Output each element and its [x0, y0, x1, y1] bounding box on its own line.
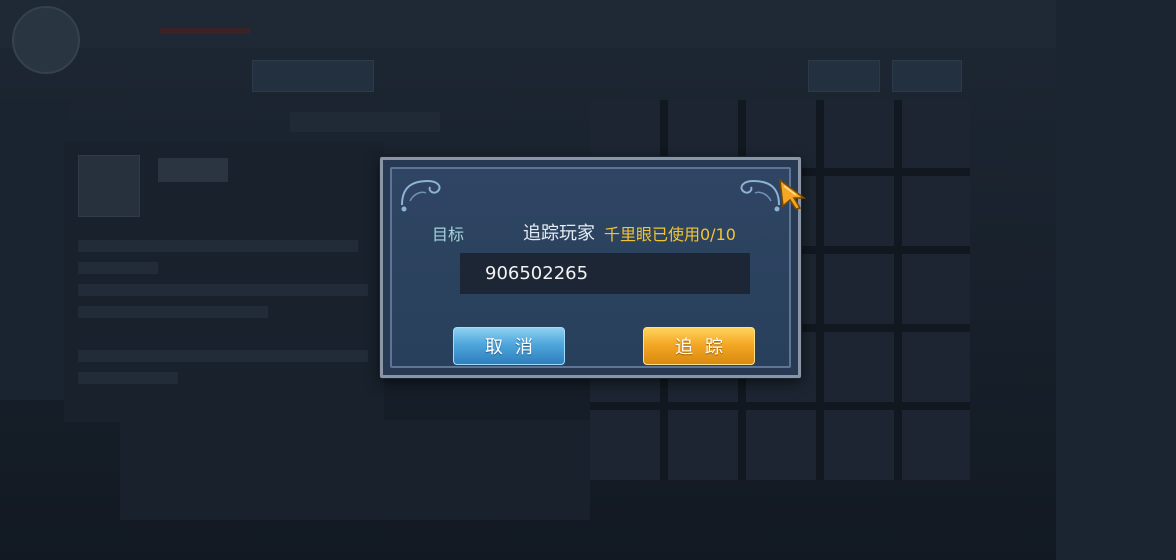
- background-score: [290, 112, 440, 132]
- track-button[interactable]: 追踪: [643, 327, 755, 365]
- background-text-line: [78, 284, 368, 296]
- background-button: [892, 60, 962, 92]
- cancel-button[interactable]: 取消: [453, 327, 565, 365]
- background-text-line: [78, 240, 358, 252]
- background-text-line: [78, 306, 268, 318]
- background-item-icon: [78, 155, 140, 217]
- dialog-title: 追踪玩家: [523, 223, 595, 244]
- background-text-line: [78, 350, 368, 362]
- track-player-dialog: 目标 追踪玩家 千里眼已使用0/10 取消 追踪: [380, 157, 801, 378]
- background-button: [808, 60, 880, 92]
- background-hp-bar: [160, 28, 250, 34]
- background-text-line: [78, 262, 158, 274]
- background-top-bar: [0, 0, 1176, 48]
- background-text-line: [78, 372, 178, 384]
- target-label: 目标: [432, 225, 465, 244]
- background-bottom-panel: [120, 420, 590, 520]
- usage-counter: 千里眼已使用0/10: [604, 225, 736, 244]
- arrow-cursor-icon: [779, 178, 807, 210]
- background-left-panel: [0, 100, 70, 400]
- background-tab: [252, 60, 374, 92]
- background-avatar: [12, 6, 80, 74]
- player-id-input[interactable]: [460, 253, 750, 294]
- dialog-inner-frame: 目标 追踪玩家 千里眼已使用0/10 取消 追踪: [390, 167, 791, 368]
- background-item-title: [158, 158, 228, 182]
- corner-ornament-icon: [401, 179, 441, 212]
- background-right-panel: [1056, 0, 1176, 560]
